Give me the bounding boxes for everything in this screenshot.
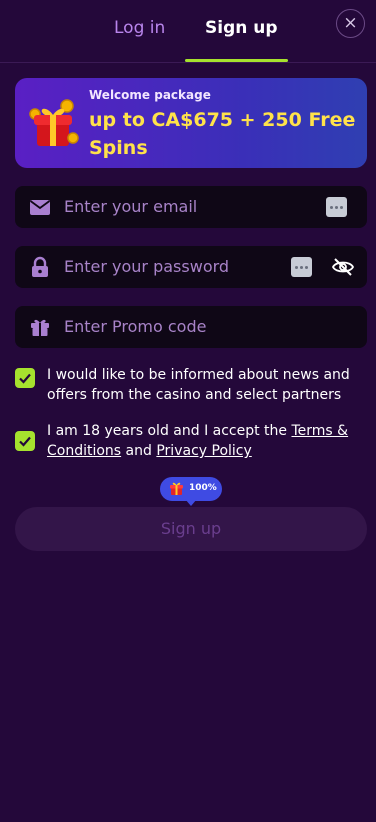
gift-box-icon	[29, 99, 79, 146]
email-placeholder: Enter your email	[64, 197, 198, 216]
age-consent-checkbox[interactable]	[15, 431, 35, 451]
gift-box-icon	[170, 482, 183, 495]
checkmark-icon	[19, 373, 31, 384]
checkmark-icon	[19, 436, 31, 447]
privacy-policy-link[interactable]: Privacy Policy	[156, 443, 251, 459]
welcome-banner: Welcome package up to CA$675 + 250 Free …	[15, 78, 367, 168]
promo-placeholder: Enter Promo code	[64, 317, 207, 336]
password-placeholder: Enter your password	[64, 257, 230, 276]
email-field[interactable]: Enter your email	[15, 186, 367, 228]
password-manager-icon[interactable]	[291, 257, 312, 277]
envelope-icon	[29, 200, 51, 215]
password-manager-icon[interactable]	[326, 197, 347, 217]
tab-signup[interactable]: Sign up	[205, 18, 278, 38]
banner-title: up to CA$675 + 250 Free Spins	[89, 109, 356, 159]
gift-icon	[31, 319, 49, 336]
signup-submit-button[interactable]: Sign up	[15, 507, 367, 551]
auth-tabs: Log in Sign up	[0, 0, 376, 63]
close-icon: ×	[343, 13, 358, 33]
banner-subtitle: Welcome package	[89, 88, 211, 102]
promo-code-field[interactable]: Enter Promo code	[15, 306, 367, 348]
tab-login[interactable]: Log in	[114, 18, 165, 38]
close-button[interactable]: ×	[336, 9, 365, 38]
eye-off-icon[interactable]	[331, 255, 355, 279]
news-consent-label: I would like to be informed about news a…	[47, 367, 350, 403]
active-tab-indicator	[185, 59, 288, 62]
password-field[interactable]: Enter your password	[15, 246, 367, 288]
age-consent-label: I am 18 years old and I accept the Terms…	[47, 421, 367, 461]
bonus-progress-pill: 100%	[160, 477, 222, 501]
age-consent-text: I am 18 years old and I accept the	[47, 423, 292, 439]
pill-pointer	[185, 499, 197, 506]
age-consent-joiner: and	[121, 443, 157, 459]
bonus-percentage: 100%	[189, 483, 217, 493]
lock-icon	[32, 256, 48, 277]
news-consent-checkbox[interactable]	[15, 368, 35, 388]
